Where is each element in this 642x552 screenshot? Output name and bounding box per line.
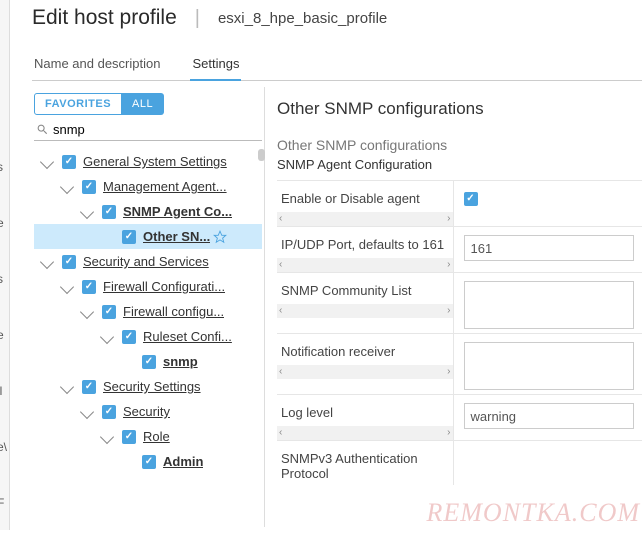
chevron-down-icon	[60, 179, 74, 193]
main-subtitle2: SNMP Agent Configuration	[277, 157, 642, 172]
checkbox[interactable]	[102, 405, 116, 419]
checkbox[interactable]	[122, 230, 136, 244]
profile-name: esxi_8_hpe_basic_profile	[218, 10, 387, 27]
tree-node-security-services[interactable]: Security and Services	[34, 249, 262, 274]
checkbox[interactable]	[82, 180, 96, 194]
loglevel-select[interactable]: warning	[464, 403, 634, 429]
checkbox[interactable]	[82, 380, 96, 394]
checkbox[interactable]	[142, 355, 156, 369]
label-scrollbar[interactable]: ‹›	[277, 258, 453, 272]
search-input[interactable]	[53, 122, 233, 137]
pill-favorites[interactable]: FAVORITES	[34, 93, 122, 115]
chevron-down-icon	[80, 304, 94, 318]
chevron-down-icon	[60, 379, 74, 393]
label-enable: Enable or Disable agent	[281, 191, 420, 206]
tree-node-ruleset[interactable]: Ruleset Confi...	[34, 324, 262, 349]
chevron-right-icon: ›	[447, 260, 450, 270]
tree-node-firewall-config2[interactable]: Firewall configu...	[34, 299, 262, 324]
tab-name-desc[interactable]: Name and description	[32, 50, 162, 80]
label-scrollbar[interactable]: ‹›	[277, 426, 453, 440]
tab-settings[interactable]: Settings	[190, 50, 241, 81]
form-table: Enable or Disable agent ‹› IP/UDP Port, …	[277, 180, 642, 485]
chevron-down-icon	[40, 254, 54, 268]
tree-node-other-snmp[interactable]: Other SN...	[34, 224, 262, 249]
row-loglevel: Log level ‹› warning	[277, 395, 642, 441]
label-v3auth: SNMPv3 Authentication Protocol	[281, 451, 418, 481]
chevron-down-icon	[80, 404, 94, 418]
enable-agent-checkbox[interactable]	[464, 192, 478, 206]
label-notif: Notification receiver	[281, 344, 395, 359]
main-panel: Other SNMP configurations Other SNMP con…	[265, 87, 642, 527]
sidebar: FAVORITES ALL General System Settings Ma…	[32, 87, 265, 527]
label-scrollbar[interactable]: ‹›	[277, 212, 453, 226]
tree-node-role[interactable]: Role	[34, 424, 262, 449]
row-enable-agent: Enable or Disable agent ‹›	[277, 181, 642, 227]
chevron-down-icon	[80, 204, 94, 218]
tree-node-snmp[interactable]: snmp	[34, 349, 262, 374]
chevron-left-icon: ‹	[279, 428, 282, 438]
tree-node-general-system[interactable]: General System Settings	[34, 149, 262, 174]
main-title: Other SNMP configurations	[277, 99, 642, 119]
label-scrollbar[interactable]: ‹›	[277, 304, 453, 318]
checkbox[interactable]	[82, 280, 96, 294]
chevron-right-icon: ›	[447, 214, 450, 224]
notification-input[interactable]	[464, 342, 634, 390]
star-icon[interactable]	[213, 230, 227, 244]
tree-node-snmp-agent[interactable]: SNMP Agent Co...	[34, 199, 262, 224]
chevron-down-icon	[100, 429, 114, 443]
header: Edit host profile | esxi_8_hpe_basic_pro…	[32, 6, 642, 30]
tree-node-security[interactable]: Security	[34, 399, 262, 424]
chevron-left-icon: ‹	[279, 306, 282, 316]
main-subtitle: Other SNMP configurations	[277, 137, 642, 153]
page-title: Edit host profile	[32, 6, 177, 30]
separator: |	[195, 7, 200, 30]
community-input[interactable]	[464, 281, 634, 329]
chevron-left-icon: ‹	[279, 214, 282, 224]
tree-node-firewall-config[interactable]: Firewall Configurati...	[34, 274, 262, 299]
search-icon	[36, 123, 49, 136]
tree-node-mgmt-agent[interactable]: Management Agent...	[34, 174, 262, 199]
chevron-left-icon: ‹	[279, 367, 282, 377]
chevron-right-icon: ›	[447, 367, 450, 377]
label-community: SNMP Community List	[281, 283, 412, 298]
port-input[interactable]: 161	[464, 235, 634, 261]
row-ip-port: IP/UDP Port, defaults to 161 ‹› 161	[277, 227, 642, 273]
checkbox[interactable]	[62, 255, 76, 269]
checkbox[interactable]	[102, 305, 116, 319]
chevron-left-icon: ‹	[279, 260, 282, 270]
scrollbar-thumb[interactable]	[258, 149, 265, 161]
chevron-right-icon: ›	[447, 306, 450, 316]
row-notif: Notification receiver ‹›	[277, 334, 642, 395]
checkbox[interactable]	[122, 330, 136, 344]
search-box[interactable]	[34, 119, 262, 141]
chevron-down-icon	[100, 329, 114, 343]
label-loglevel: Log level	[281, 405, 333, 420]
checkbox[interactable]	[102, 205, 116, 219]
row-v3auth: SNMPv3 Authentication Protocol	[277, 441, 642, 486]
tree-node-security-settings[interactable]: Security Settings	[34, 374, 262, 399]
chevron-down-icon	[40, 154, 54, 168]
row-community: SNMP Community List ‹›	[277, 273, 642, 334]
label-scrollbar[interactable]: ‹›	[277, 365, 453, 379]
chevron-right-icon: ›	[447, 428, 450, 438]
chevron-down-icon	[60, 279, 74, 293]
checkbox[interactable]	[122, 430, 136, 444]
tabs: Name and description Settings	[32, 50, 642, 81]
tree-node-admin[interactable]: Admin	[34, 449, 262, 474]
checkbox[interactable]	[62, 155, 76, 169]
pill-all[interactable]: ALL	[122, 93, 164, 115]
checkbox[interactable]	[142, 455, 156, 469]
label-port: IP/UDP Port, defaults to 161	[281, 237, 444, 252]
settings-tree: General System Settings Management Agent…	[34, 149, 262, 474]
